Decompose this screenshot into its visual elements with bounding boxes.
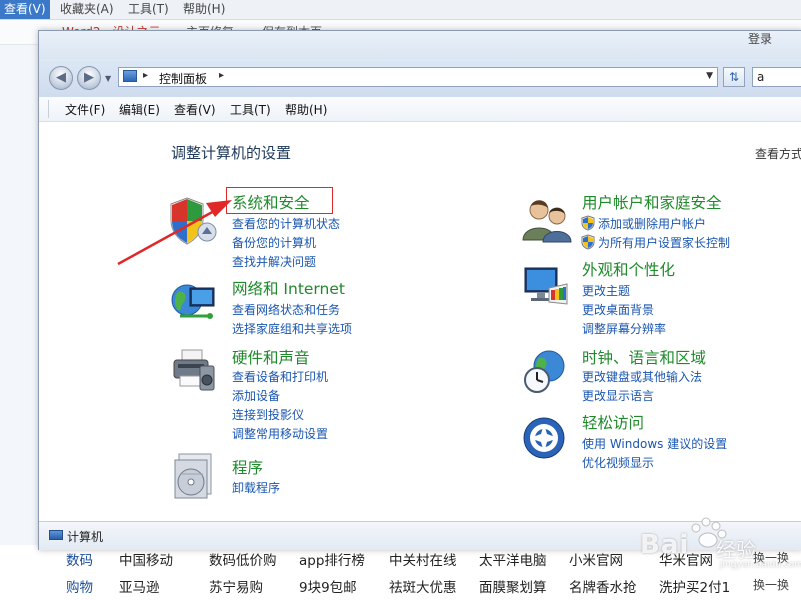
link-change-desktop-background[interactable]: 更改桌面背景	[582, 301, 654, 318]
search-input[interactable]: a	[752, 67, 801, 87]
control-panel-window: 登录 ◀ ▶ ▼ ▸ 控制面板 ▸ ▼ ⇅ a 文件(F) 编辑(E) 查看(V…	[38, 30, 801, 550]
link-check-computer-status[interactable]: 查看您的计算机状态	[232, 215, 340, 232]
menu-tools[interactable]: 工具(T)	[230, 101, 271, 118]
nav-link[interactable]: 中关村在线	[389, 549, 457, 569]
link-change-theme[interactable]: 更改主题	[582, 282, 630, 299]
nav-link[interactable]: 小米官网	[569, 549, 623, 569]
network-globe-icon[interactable]	[170, 280, 218, 324]
address-dropdown-icon[interactable]: ▼	[706, 71, 713, 81]
link-optimize-video-display[interactable]: 优化视频显示	[582, 454, 654, 471]
accessibility-icon[interactable]	[522, 416, 568, 462]
link-homegroup-sharing[interactable]: 选择家庭组和共享选项	[232, 320, 352, 337]
nav-link[interactable]: 面膜聚划算	[479, 576, 547, 596]
refresh-button[interactable]: ⇅	[723, 67, 745, 87]
breadcrumb-chevron-icon[interactable]: ▸	[219, 70, 224, 81]
menu-help[interactable]: 帮助(H)	[285, 101, 327, 118]
link-add-device[interactable]: 添加设备	[232, 387, 280, 404]
nav-link[interactable]: 9块9包邮	[299, 576, 357, 596]
annotation-highlight-box	[226, 187, 333, 214]
menu-edit[interactable]: 编辑(E)	[119, 101, 160, 118]
watermark-suffix: 经验	[716, 538, 756, 562]
category-ease-access-title[interactable]: 轻松访问	[582, 411, 644, 433]
menubar-grip	[48, 100, 49, 118]
watermark-brand: Bai	[640, 530, 690, 560]
breadcrumb-control-panel[interactable]: 控制面板	[159, 70, 207, 87]
watermark-url: jingyan.baidu.com	[720, 560, 801, 570]
nav-link[interactable]: 中国移动	[119, 549, 173, 569]
control-panel-icon	[123, 70, 137, 82]
category-user-accounts-title[interactable]: 用户帐户和家庭安全	[582, 191, 722, 213]
browser-menu-tools[interactable]: 工具(T)	[124, 0, 173, 19]
uac-shield-icon	[581, 215, 595, 231]
back-button[interactable]: ◀	[49, 66, 73, 90]
category-appearance-title[interactable]: 外观和个性化	[582, 258, 675, 280]
nav-link[interactable]: 祛斑大优惠	[389, 576, 457, 596]
browser-menu-view[interactable]: 查看(V)	[0, 0, 50, 19]
nav-link[interactable]: app排行榜	[299, 549, 365, 569]
control-panel-content: 调整计算机的设置 查看方式 系统和安全 查看您的计算机状态 备份您的计算机 查找…	[39, 122, 801, 521]
programs-disc-icon[interactable]	[173, 452, 217, 500]
forward-button[interactable]: ▶	[77, 66, 101, 90]
recent-pages-dropdown[interactable]: ▼	[105, 74, 111, 83]
category-programs-title[interactable]: 程序	[232, 456, 263, 478]
browser-page-left-margin	[0, 45, 40, 545]
nav-row-category[interactable]: 数码	[66, 549, 93, 569]
nav-link[interactable]: 苏宁易购	[209, 576, 263, 596]
link-uninstall-program[interactable]: 卸载程序	[232, 479, 280, 496]
nav-link[interactable]: 名牌香水抢	[569, 576, 637, 596]
window-title-strip: 登录	[39, 31, 801, 59]
category-hardware-sound-title[interactable]: 硬件和声音	[232, 346, 310, 368]
browser-menubar: 查看(V) 收藏夹(A) 工具(T) 帮助(H)	[0, 0, 801, 20]
menu-view[interactable]: 查看(V)	[174, 101, 216, 118]
window-menubar: 文件(F) 编辑(E) 查看(V) 工具(T) 帮助(H)	[39, 97, 801, 122]
computer-icon	[49, 530, 63, 540]
address-bar[interactable]: ▸ 控制面板 ▸ ▼	[118, 67, 718, 87]
link-devices-printers[interactable]: 查看设备和打印机	[232, 368, 328, 385]
nav-row-category[interactable]: 购物	[66, 576, 93, 596]
uac-shield-icon	[581, 234, 595, 250]
breadcrumb-chevron-icon[interactable]: ▸	[143, 70, 148, 81]
link-connect-projector[interactable]: 连接到投影仪	[232, 406, 304, 423]
category-clock-language-title[interactable]: 时钟、语言和区域	[582, 346, 706, 368]
link-add-remove-accounts[interactable]: 添加或删除用户帐户	[598, 215, 706, 232]
link-windows-suggested-settings[interactable]: 使用 Windows 建议的设置	[582, 435, 727, 452]
nav-refresh-link[interactable]: 换一换	[753, 576, 789, 593]
link-change-display-language[interactable]: 更改显示语言	[582, 387, 654, 404]
link-backup-computer[interactable]: 备份您的计算机	[232, 234, 316, 251]
link-network-status[interactable]: 查看网络状态和任务	[232, 301, 340, 318]
nav-row-shopping: 购物 亚马逊 苏宁易购 9块9包邮 祛斑大优惠 面膜聚划算 名牌香水抢 洗护买2…	[0, 572, 801, 599]
nav-link[interactable]: 洗护买2付1	[659, 576, 730, 596]
nav-link[interactable]: 数码低价购	[209, 549, 277, 569]
link-mobility-settings[interactable]: 调整常用移动设置	[232, 425, 328, 442]
shield-icon[interactable]	[169, 196, 217, 246]
printer-icon[interactable]	[170, 348, 218, 394]
browser-menu-favorites[interactable]: 收藏夹(A)	[56, 0, 118, 19]
link-parental-controls[interactable]: 为所有用户设置家长控制	[598, 234, 730, 251]
users-icon[interactable]	[521, 196, 573, 244]
link-screen-resolution[interactable]: 调整屏幕分辨率	[582, 320, 666, 337]
page-title: 调整计算机的设置	[171, 144, 292, 162]
window-title-right: 登录	[747, 32, 772, 46]
monitor-paint-icon[interactable]	[521, 264, 571, 308]
clock-globe-icon[interactable]	[521, 348, 569, 396]
category-network-internet-title[interactable]: 网络和 Internet	[232, 277, 345, 299]
link-change-input-method[interactable]: 更改键盘或其他输入法	[582, 368, 702, 385]
nav-link[interactable]: 亚马逊	[119, 576, 160, 596]
browser-menu-help[interactable]: 帮助(H)	[179, 0, 229, 19]
status-text: 计算机	[67, 530, 104, 544]
view-by-label[interactable]: 查看方式	[755, 145, 801, 162]
link-troubleshoot[interactable]: 查找并解决问题	[232, 253, 316, 270]
nav-link[interactable]: 太平洋电脑	[479, 549, 547, 569]
menu-file[interactable]: 文件(F)	[65, 101, 105, 118]
